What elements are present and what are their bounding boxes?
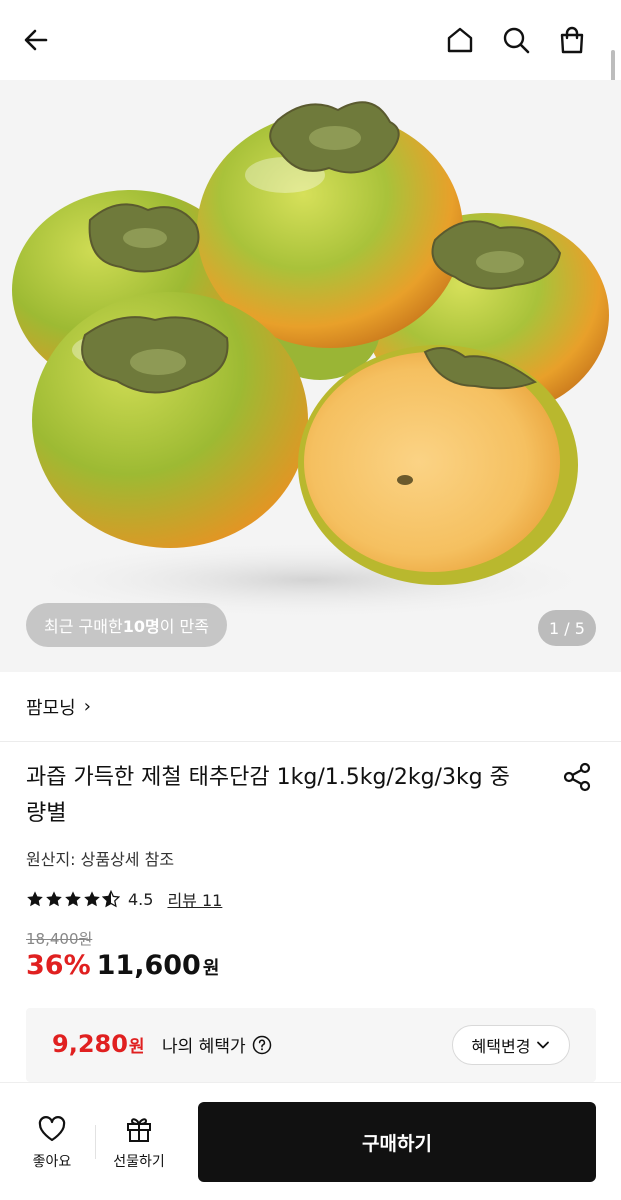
like-button[interactable]: 좋아요 bbox=[20, 1113, 84, 1177]
benefit-label-text: 나의 혜택가 bbox=[162, 1037, 246, 1057]
buy-button[interactable]: 구매하기 bbox=[198, 1102, 596, 1182]
rating-stars bbox=[26, 890, 120, 908]
search-icon[interactable] bbox=[498, 22, 534, 58]
divider bbox=[95, 1125, 96, 1159]
change-benefit-label: 혜택변경 bbox=[471, 1037, 531, 1056]
brand-link[interactable]: 팜모닝 › bbox=[0, 672, 621, 742]
price-row: 36% 11,600 원 bbox=[26, 950, 219, 981]
back-icon[interactable] bbox=[18, 22, 54, 58]
gift-icon bbox=[127, 1118, 151, 1142]
chevron-down-icon bbox=[537, 1041, 550, 1049]
recent-prefix: 최근 구매한 bbox=[44, 617, 123, 636]
heart-icon bbox=[38, 1116, 66, 1142]
persimmon-product-image bbox=[10, 101, 610, 620]
top-bar bbox=[0, 0, 621, 80]
benefit-price-unit: 원 bbox=[128, 1037, 145, 1057]
discount-rate: 36% bbox=[26, 950, 91, 981]
sale-price-unit: 원 bbox=[202, 958, 220, 979]
benefit-price-value: 9,280 bbox=[52, 1030, 128, 1058]
share-icon[interactable] bbox=[560, 760, 594, 794]
change-benefit-button[interactable]: 혜택변경 bbox=[452, 1025, 570, 1065]
star-icon bbox=[27, 891, 43, 907]
gift-button[interactable]: 선물하기 bbox=[104, 1113, 174, 1177]
sale-price: 11,600 bbox=[96, 950, 201, 981]
benefit-box: 9,280 원 나의 혜택가 혜택변경 bbox=[26, 1008, 596, 1082]
image-page-indicator: 1 / 5 bbox=[538, 610, 596, 646]
benefit-price: 9,280 원 bbox=[52, 1030, 145, 1058]
review-count-link[interactable]: 리뷰 11 bbox=[167, 887, 222, 911]
rating-value: 4.5 bbox=[128, 889, 154, 909]
product-image-carousel[interactable]: 최근 구매한 10명 이 만족 1 / 5 bbox=[0, 80, 621, 672]
recent-suffix: 이 만족 bbox=[159, 617, 209, 636]
product-title: 과즙 가득한 제철 태추단감 1kg/1.5kg/2kg/3kg 중량별 bbox=[26, 765, 510, 826]
chevron-right-icon: › bbox=[83, 696, 91, 717]
home-icon[interactable] bbox=[442, 22, 478, 58]
original-price: 18,400원 bbox=[26, 930, 93, 948]
rating-row: 4.5 리뷰 11 bbox=[26, 886, 222, 912]
help-icon[interactable] bbox=[252, 1035, 272, 1055]
origin-info: 원산지: 상품상세 참조 bbox=[26, 850, 175, 869]
recent-satisfaction-badge: 최근 구매한 10명 이 만족 bbox=[26, 603, 227, 647]
recent-count: 10명 bbox=[122, 617, 160, 636]
like-label: 좋아요 bbox=[32, 1154, 72, 1170]
star-icon bbox=[46, 891, 62, 907]
bottom-action-bar: 좋아요 선물하기 구매하기 bbox=[0, 1082, 621, 1200]
gift-label: 선물하기 bbox=[113, 1154, 165, 1170]
star-icon bbox=[65, 891, 81, 907]
half-star-icon bbox=[102, 890, 120, 908]
star-icon bbox=[84, 891, 100, 907]
cart-icon[interactable] bbox=[554, 22, 590, 58]
brand-name: 팜모닝 bbox=[26, 697, 76, 719]
benefit-label: 나의 혜택가 bbox=[162, 1032, 272, 1057]
